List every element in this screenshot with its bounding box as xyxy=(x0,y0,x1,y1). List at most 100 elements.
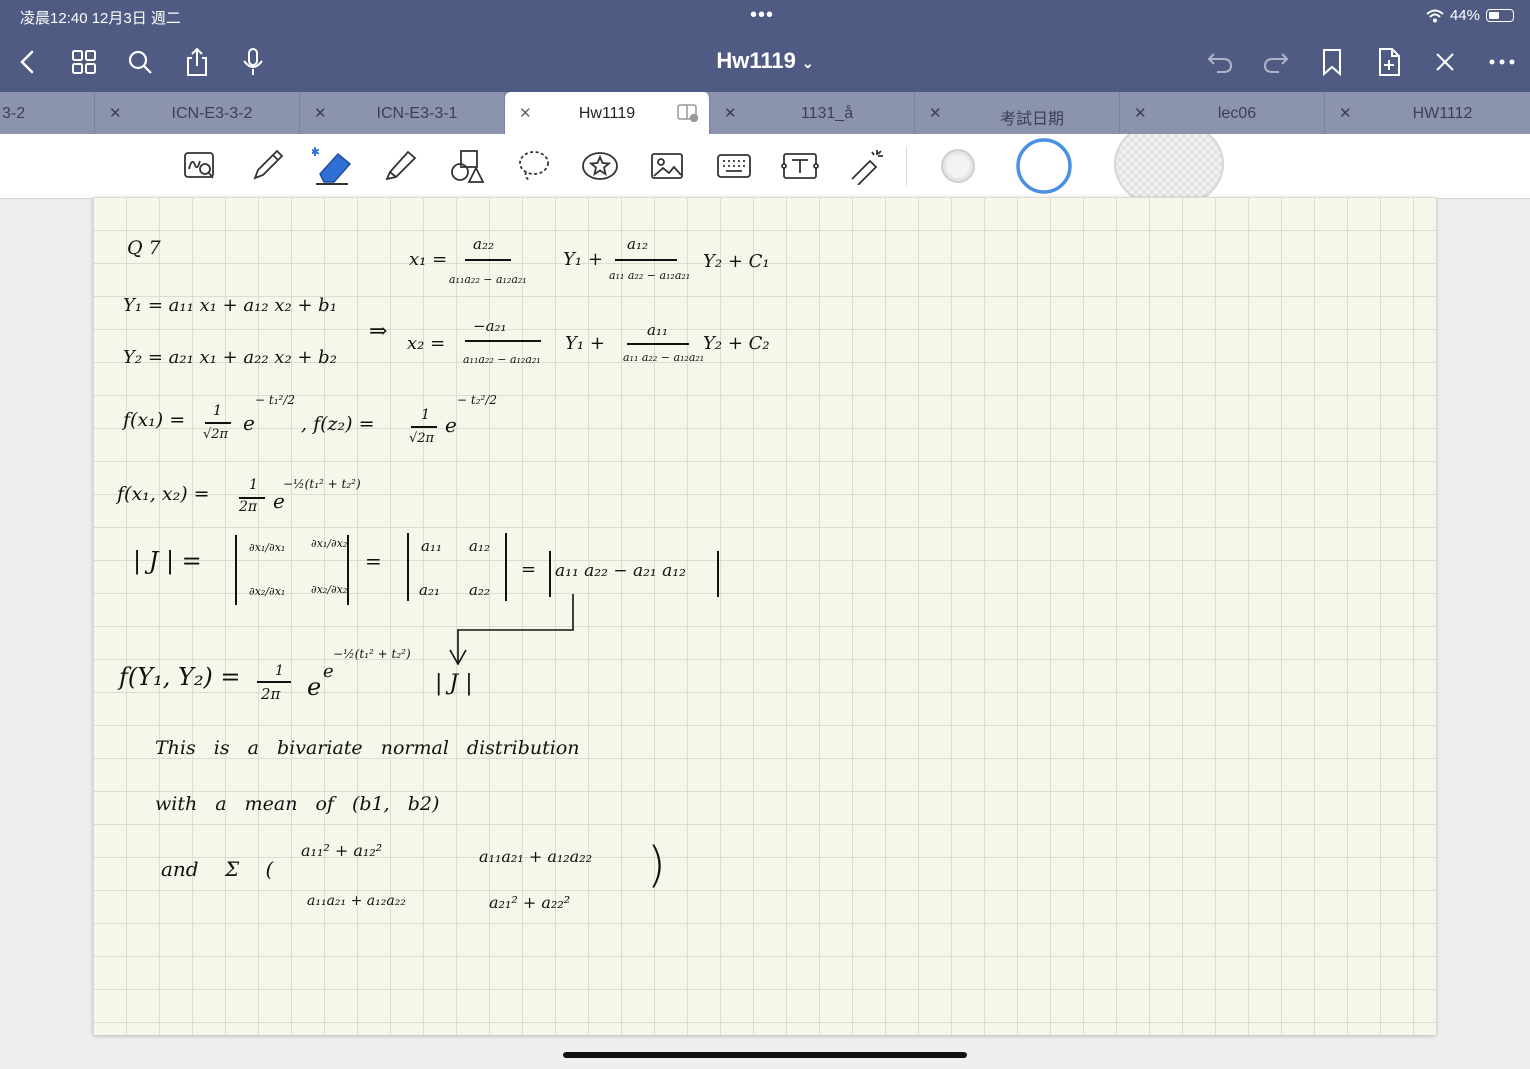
fraction-one: 1 xyxy=(275,663,284,679)
fraction-bar xyxy=(465,259,511,261)
redo-icon[interactable] xyxy=(1258,44,1294,80)
eraser-size-large[interactable] xyxy=(1110,134,1228,198)
jacobian-11: ∂x₁/∂x₁ xyxy=(249,541,286,554)
image-icon[interactable] xyxy=(645,144,689,188)
tab-close-icon[interactable]: ✕ xyxy=(724,104,737,122)
status-bar: 凌晨12:40 12月3日 週二 ••• 44% xyxy=(0,0,1530,32)
equation-y1: Y₁ = a₁₁ x₁ + a₁₂ x₂ + b₁ xyxy=(123,295,337,316)
split-view-icon[interactable] xyxy=(677,104,699,122)
laser-pointer-icon[interactable] xyxy=(845,144,889,188)
document-title[interactable]: Hw1119 ⌄ xyxy=(0,48,1530,74)
jacobian-22: ∂x₂/∂x₂ xyxy=(311,583,348,596)
sticker-icon[interactable] xyxy=(578,144,622,188)
tab-1131[interactable]: ✕ 1131_å xyxy=(710,92,915,134)
abs-j: | J | xyxy=(435,671,473,696)
eraser-icon[interactable]: ✱ xyxy=(311,144,355,188)
exp-base: e xyxy=(243,411,255,435)
tab-label: lec06 xyxy=(1217,105,1257,122)
close-pen-icon[interactable] xyxy=(1427,44,1463,80)
tab-exam-dates[interactable]: ✕ 考試日期 xyxy=(915,92,1120,134)
fraction-bar xyxy=(627,343,689,345)
exp-base: e xyxy=(307,673,322,701)
home-indicator[interactable] xyxy=(563,1052,967,1058)
x1-denominator-1: a₁₁a₂₂ − a₁₂a₂₁ xyxy=(449,273,527,286)
sigma-22: a₂₁² + a₂₂² xyxy=(489,893,571,912)
a21: a₂₁ xyxy=(419,581,440,599)
exp-base: e xyxy=(273,489,285,513)
equation-y2: Y₂ = a₂₁ x₁ + a₂₂ x₂ + b₂ xyxy=(123,347,337,368)
text-box-icon[interactable] xyxy=(778,144,822,188)
lasso-icon[interactable] xyxy=(512,144,556,188)
x1-lhs: x₁ = xyxy=(409,249,448,270)
jacobian-21: ∂x₂/∂x₁ xyxy=(249,585,286,598)
tab-lec06[interactable]: ✕ lec06 xyxy=(1120,92,1325,134)
fraction-one: 1 xyxy=(249,477,258,493)
navigation-bar: Hw1119 ⌄ xyxy=(0,32,1530,92)
toolbar-divider xyxy=(906,146,907,186)
tab-label: Hw1119 xyxy=(578,105,636,122)
svg-text:✱: ✱ xyxy=(312,146,320,159)
sigma-12: a₁₁a₂₁ + a₁₂a₂₂ xyxy=(479,847,593,866)
fraction-one: 1 xyxy=(421,407,430,423)
more-icon[interactable] xyxy=(1484,44,1520,80)
a11: a₁₁ xyxy=(421,537,442,555)
fraction-one: 1 xyxy=(213,403,222,419)
tab-close-icon[interactable]: ✕ xyxy=(519,104,532,122)
x2-lhs: x₂ = xyxy=(407,333,446,354)
keyboard-icon[interactable] xyxy=(712,144,756,188)
tab-3-2[interactable]: 3-2 xyxy=(0,92,95,134)
handwriting-search-icon[interactable] xyxy=(178,144,222,188)
tab-label: 3-2 xyxy=(2,105,26,122)
x2-numerator-2: a₁₁ xyxy=(647,321,668,339)
eraser-size-medium[interactable] xyxy=(1015,137,1073,195)
determinant: a₁₁ a₂₂ − a₂₁ a₁₂ xyxy=(555,561,686,581)
tab-hw1112[interactable]: ✕ HW1112 xyxy=(1325,92,1530,134)
shapes-icon[interactable] xyxy=(445,144,489,188)
jacobian-12: ∂x₁/∂x₂ xyxy=(311,537,348,550)
tab-icn-e3-3-1[interactable]: ✕ ICN-E3-3-1 xyxy=(300,92,505,134)
det-bar xyxy=(235,535,237,605)
exp-power: − t₂²/2 xyxy=(457,393,497,407)
fyy-lhs: f(Y₁, Y₂) = xyxy=(119,663,241,691)
tab-label: 1131_å xyxy=(800,105,854,122)
two-pi: 2π xyxy=(239,499,258,515)
equals: = xyxy=(365,549,382,573)
fx1-lhs: f(x₁) = xyxy=(123,409,186,431)
tab-close-icon[interactable]: ✕ xyxy=(314,104,327,122)
add-page-icon[interactable] xyxy=(1371,44,1407,80)
det-bar xyxy=(347,535,349,605)
note-page[interactable]: Q 7 Y₁ = a₁₁ x₁ + a₁₂ x₂ + b₁ Y₂ = a₂₁ x… xyxy=(93,197,1436,1035)
tab-close-icon[interactable]: ✕ xyxy=(1339,104,1352,122)
tab-close-icon[interactable]: ✕ xyxy=(109,104,122,122)
chevron-down-icon: ⌄ xyxy=(801,55,814,71)
exp-power: − t₁²/2 xyxy=(255,393,295,407)
multitask-dots[interactable]: ••• xyxy=(750,4,774,27)
implies-arrow: ⇒ xyxy=(369,319,388,344)
sigma-11: a₁₁² + a₁₂² xyxy=(301,841,383,860)
det-bar xyxy=(549,551,551,597)
x1-numerator-1: a₂₂ xyxy=(473,235,494,253)
x2-denominator-2: a₁₁ a₂₂ − a₁₂a₂₁ xyxy=(623,351,705,364)
tab-icn-e3-3-2[interactable]: ✕ ICN-E3-3-2 xyxy=(95,92,300,134)
fraction-sqrt: √2π xyxy=(203,427,229,442)
pointer-arrow xyxy=(449,594,574,666)
tab-close-icon[interactable]: ✕ xyxy=(929,104,942,122)
tab-hw1119[interactable]: ✕ Hw1119 xyxy=(505,92,710,134)
pen-icon[interactable] xyxy=(245,144,289,188)
bookmark-icon[interactable] xyxy=(1314,44,1350,80)
fraction-bar xyxy=(411,426,437,428)
fraction-bar xyxy=(465,340,541,342)
eraser-size-small[interactable] xyxy=(936,144,980,188)
undo-icon[interactable] xyxy=(1202,44,1238,80)
x2-tail: Y₂ + C₂ xyxy=(703,333,770,354)
tab-close-icon[interactable]: ✕ xyxy=(1134,104,1147,122)
sigma-close-paren: ) xyxy=(647,837,666,893)
x2-numerator-1: −a₂₁ xyxy=(473,317,507,335)
document-title-text: Hw1119 xyxy=(716,48,796,73)
tab-label: 考試日期 xyxy=(999,111,1064,128)
tab-label: ICN-E3-3-1 xyxy=(376,105,458,122)
highlighter-icon[interactable] xyxy=(378,144,422,188)
fraction-sqrt: √2π xyxy=(409,431,435,446)
two-pi: 2π xyxy=(261,685,281,703)
jacobian-lhs: | J | = xyxy=(133,547,202,575)
